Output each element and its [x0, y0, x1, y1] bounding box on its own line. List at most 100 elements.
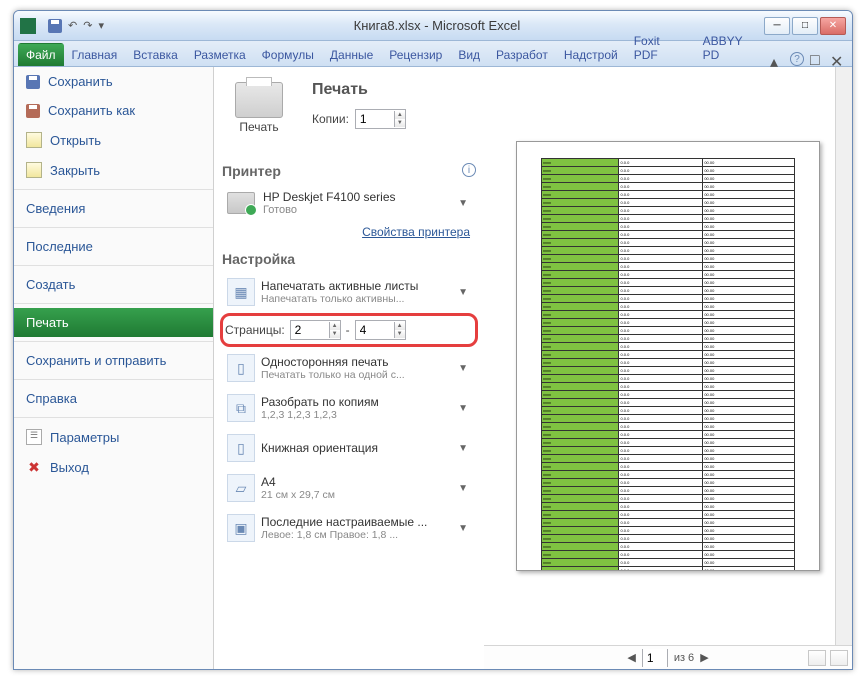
- close-button[interactable]: ✕: [820, 17, 846, 35]
- ribbon-tabs: Файл Главная Вставка Разметка Формулы Да…: [14, 41, 852, 67]
- settings-section-header: Настройка: [222, 251, 476, 267]
- to-up[interactable]: ▲: [395, 322, 405, 330]
- setting-title: Последние настраиваемые ...: [261, 515, 449, 529]
- sidebar-item-help[interactable]: Справка: [14, 384, 213, 413]
- tab-foxit[interactable]: Foxit PDF: [626, 29, 695, 66]
- setting-paper-size[interactable]: ▱ A421 см x 29,7 см ▼: [222, 469, 476, 507]
- page-prev-icon[interactable]: ◀: [627, 651, 635, 664]
- qat-undo-icon[interactable]: ↶: [68, 19, 77, 32]
- setting-print-what[interactable]: ▦ Напечатать активные листыНапечатать то…: [222, 273, 476, 311]
- copies-label: Копии:: [312, 112, 349, 126]
- page-number-spinner[interactable]: [642, 649, 668, 667]
- tab-insert[interactable]: Вставка: [125, 43, 186, 66]
- maximize-button[interactable]: □: [792, 17, 818, 35]
- margins-icon: ▣: [227, 514, 255, 542]
- quick-access-toolbar: ↶ ↷ ▾: [42, 19, 110, 33]
- printer-selector[interactable]: HP Deskjet F4100 series Готово ▼: [222, 185, 476, 221]
- sidebar-item-info[interactable]: Сведения: [14, 194, 213, 223]
- tab-developer[interactable]: Разработ: [488, 43, 556, 66]
- copies-down[interactable]: ▼: [395, 119, 405, 127]
- print-preview-pane: xxxx0.0.000.00xxxx0.0.000.00xxxx0.0.000.…: [484, 67, 852, 669]
- tab-layout[interactable]: Разметка: [186, 43, 254, 66]
- sidebar-item-close[interactable]: Закрыть: [14, 155, 213, 185]
- sidebar-item-label: Справка: [26, 391, 77, 406]
- tab-file[interactable]: Файл: [18, 43, 64, 66]
- setting-title: Книжная ориентация: [261, 441, 449, 455]
- sidebar-item-save-as[interactable]: Сохранить как: [14, 96, 213, 125]
- sidebar-item-label: Сведения: [26, 201, 85, 216]
- tab-review[interactable]: Рецензир: [381, 43, 450, 66]
- sidebar-item-label: Сохранить как: [48, 103, 135, 118]
- page-side-icon: ▯: [227, 354, 255, 382]
- sheets-icon: ▦: [227, 278, 255, 306]
- pages-range-highlight: Страницы: ▲▼ - ▲▼: [220, 313, 478, 347]
- ribbon-minimize-icon[interactable]: ▴: [770, 52, 784, 66]
- to-down[interactable]: ▼: [395, 330, 405, 338]
- sidebar-item-options[interactable]: ☰Параметры: [14, 422, 213, 452]
- backstage-sidebar: Сохранить Сохранить как Открыть Закрыть …: [14, 67, 214, 669]
- from-down[interactable]: ▼: [330, 330, 340, 338]
- printer-info-icon[interactable]: i: [462, 163, 476, 177]
- printer-small-icon: [227, 192, 255, 214]
- sidebar-item-label: Сохранить и отправить: [26, 353, 166, 368]
- preview-footer: ◀ из 6 ▶: [484, 645, 852, 669]
- preview-table: xxxx0.0.000.00xxxx0.0.000.00xxxx0.0.000.…: [541, 158, 795, 571]
- sidebar-item-label: Сохранить: [48, 74, 113, 89]
- qat-redo-icon[interactable]: ↷: [83, 19, 92, 32]
- pages-to-input[interactable]: [356, 321, 394, 339]
- restore-down-icon[interactable]: □: [810, 52, 824, 66]
- printer-section-header: Принтер: [222, 163, 281, 179]
- pages-from-input[interactable]: [291, 321, 329, 339]
- sidebar-item-open[interactable]: Открыть: [14, 125, 213, 155]
- tab-data[interactable]: Данные: [322, 43, 381, 66]
- pages-dash: -: [346, 323, 350, 337]
- setting-subtitle: 1,2,3 1,2,3 1,2,3: [261, 409, 449, 421]
- setting-collate[interactable]: ⧉ Разобрать по копиям1,2,3 1,2,3 1,2,3 ▼: [222, 389, 476, 427]
- setting-title: Напечатать активные листы: [261, 279, 449, 293]
- sidebar-item-label: Выход: [50, 460, 89, 475]
- show-margins-icon[interactable]: [808, 650, 826, 666]
- tab-home[interactable]: Главная: [64, 43, 126, 66]
- preview-scrollbar[interactable]: [835, 67, 852, 645]
- zoom-to-page-icon[interactable]: [830, 650, 848, 666]
- help-icon[interactable]: ?: [790, 52, 804, 66]
- sidebar-item-new[interactable]: Создать: [14, 270, 213, 299]
- setting-orientation[interactable]: ▯ Книжная ориентация ▼: [222, 429, 476, 467]
- chevron-down-icon: ▼: [455, 523, 471, 534]
- sidebar-item-exit[interactable]: ✖ Выход: [14, 452, 213, 482]
- sidebar-item-save[interactable]: Сохранить: [14, 67, 213, 96]
- setting-title: Односторонняя печать: [261, 355, 449, 369]
- chevron-down-icon: ▼: [455, 403, 471, 414]
- printer-properties-link[interactable]: Свойства принтера: [222, 221, 476, 243]
- pages-to-spinner[interactable]: ▲▼: [355, 320, 406, 340]
- copies-spinner[interactable]: ▲▼: [355, 109, 406, 129]
- copies-input[interactable]: [356, 110, 394, 128]
- sidebar-item-save-send[interactable]: Сохранить и отправить: [14, 346, 213, 375]
- from-up[interactable]: ▲: [330, 322, 340, 330]
- tab-view[interactable]: Вид: [450, 43, 488, 66]
- tab-abbyy[interactable]: ABBYY PD: [695, 29, 770, 66]
- tab-addins[interactable]: Надстрой: [556, 43, 626, 66]
- sidebar-item-recent[interactable]: Последние: [14, 232, 213, 261]
- page-next-icon[interactable]: ▶: [700, 651, 708, 664]
- sidebar-item-label: Параметры: [50, 430, 119, 445]
- orientation-icon: ▯: [227, 434, 255, 462]
- pages-from-spinner[interactable]: ▲▼: [290, 320, 341, 340]
- inner-close-icon[interactable]: ✕: [830, 52, 844, 66]
- page-number-input[interactable]: [643, 649, 667, 667]
- qat-save-icon[interactable]: [48, 19, 62, 33]
- setting-margins[interactable]: ▣ Последние настраиваемые ...Левое: 1,8 …: [222, 509, 476, 547]
- sidebar-item-label: Печать: [26, 315, 69, 330]
- setting-sides[interactable]: ▯ Односторонняя печатьПечатать только на…: [222, 349, 476, 387]
- exit-icon: ✖: [26, 459, 42, 475]
- print-button[interactable]: Печать: [222, 77, 296, 139]
- sidebar-item-print[interactable]: Печать: [14, 308, 213, 337]
- copies-up[interactable]: ▲: [395, 111, 405, 119]
- setting-title: A4: [261, 475, 449, 489]
- sidebar-item-label: Закрыть: [50, 163, 100, 178]
- chevron-down-icon: ▼: [455, 443, 471, 454]
- printer-icon: [235, 82, 283, 118]
- qat-dropdown-icon[interactable]: ▾: [98, 19, 104, 32]
- printer-status: Готово: [263, 204, 447, 216]
- tab-formulas[interactable]: Формулы: [254, 43, 322, 66]
